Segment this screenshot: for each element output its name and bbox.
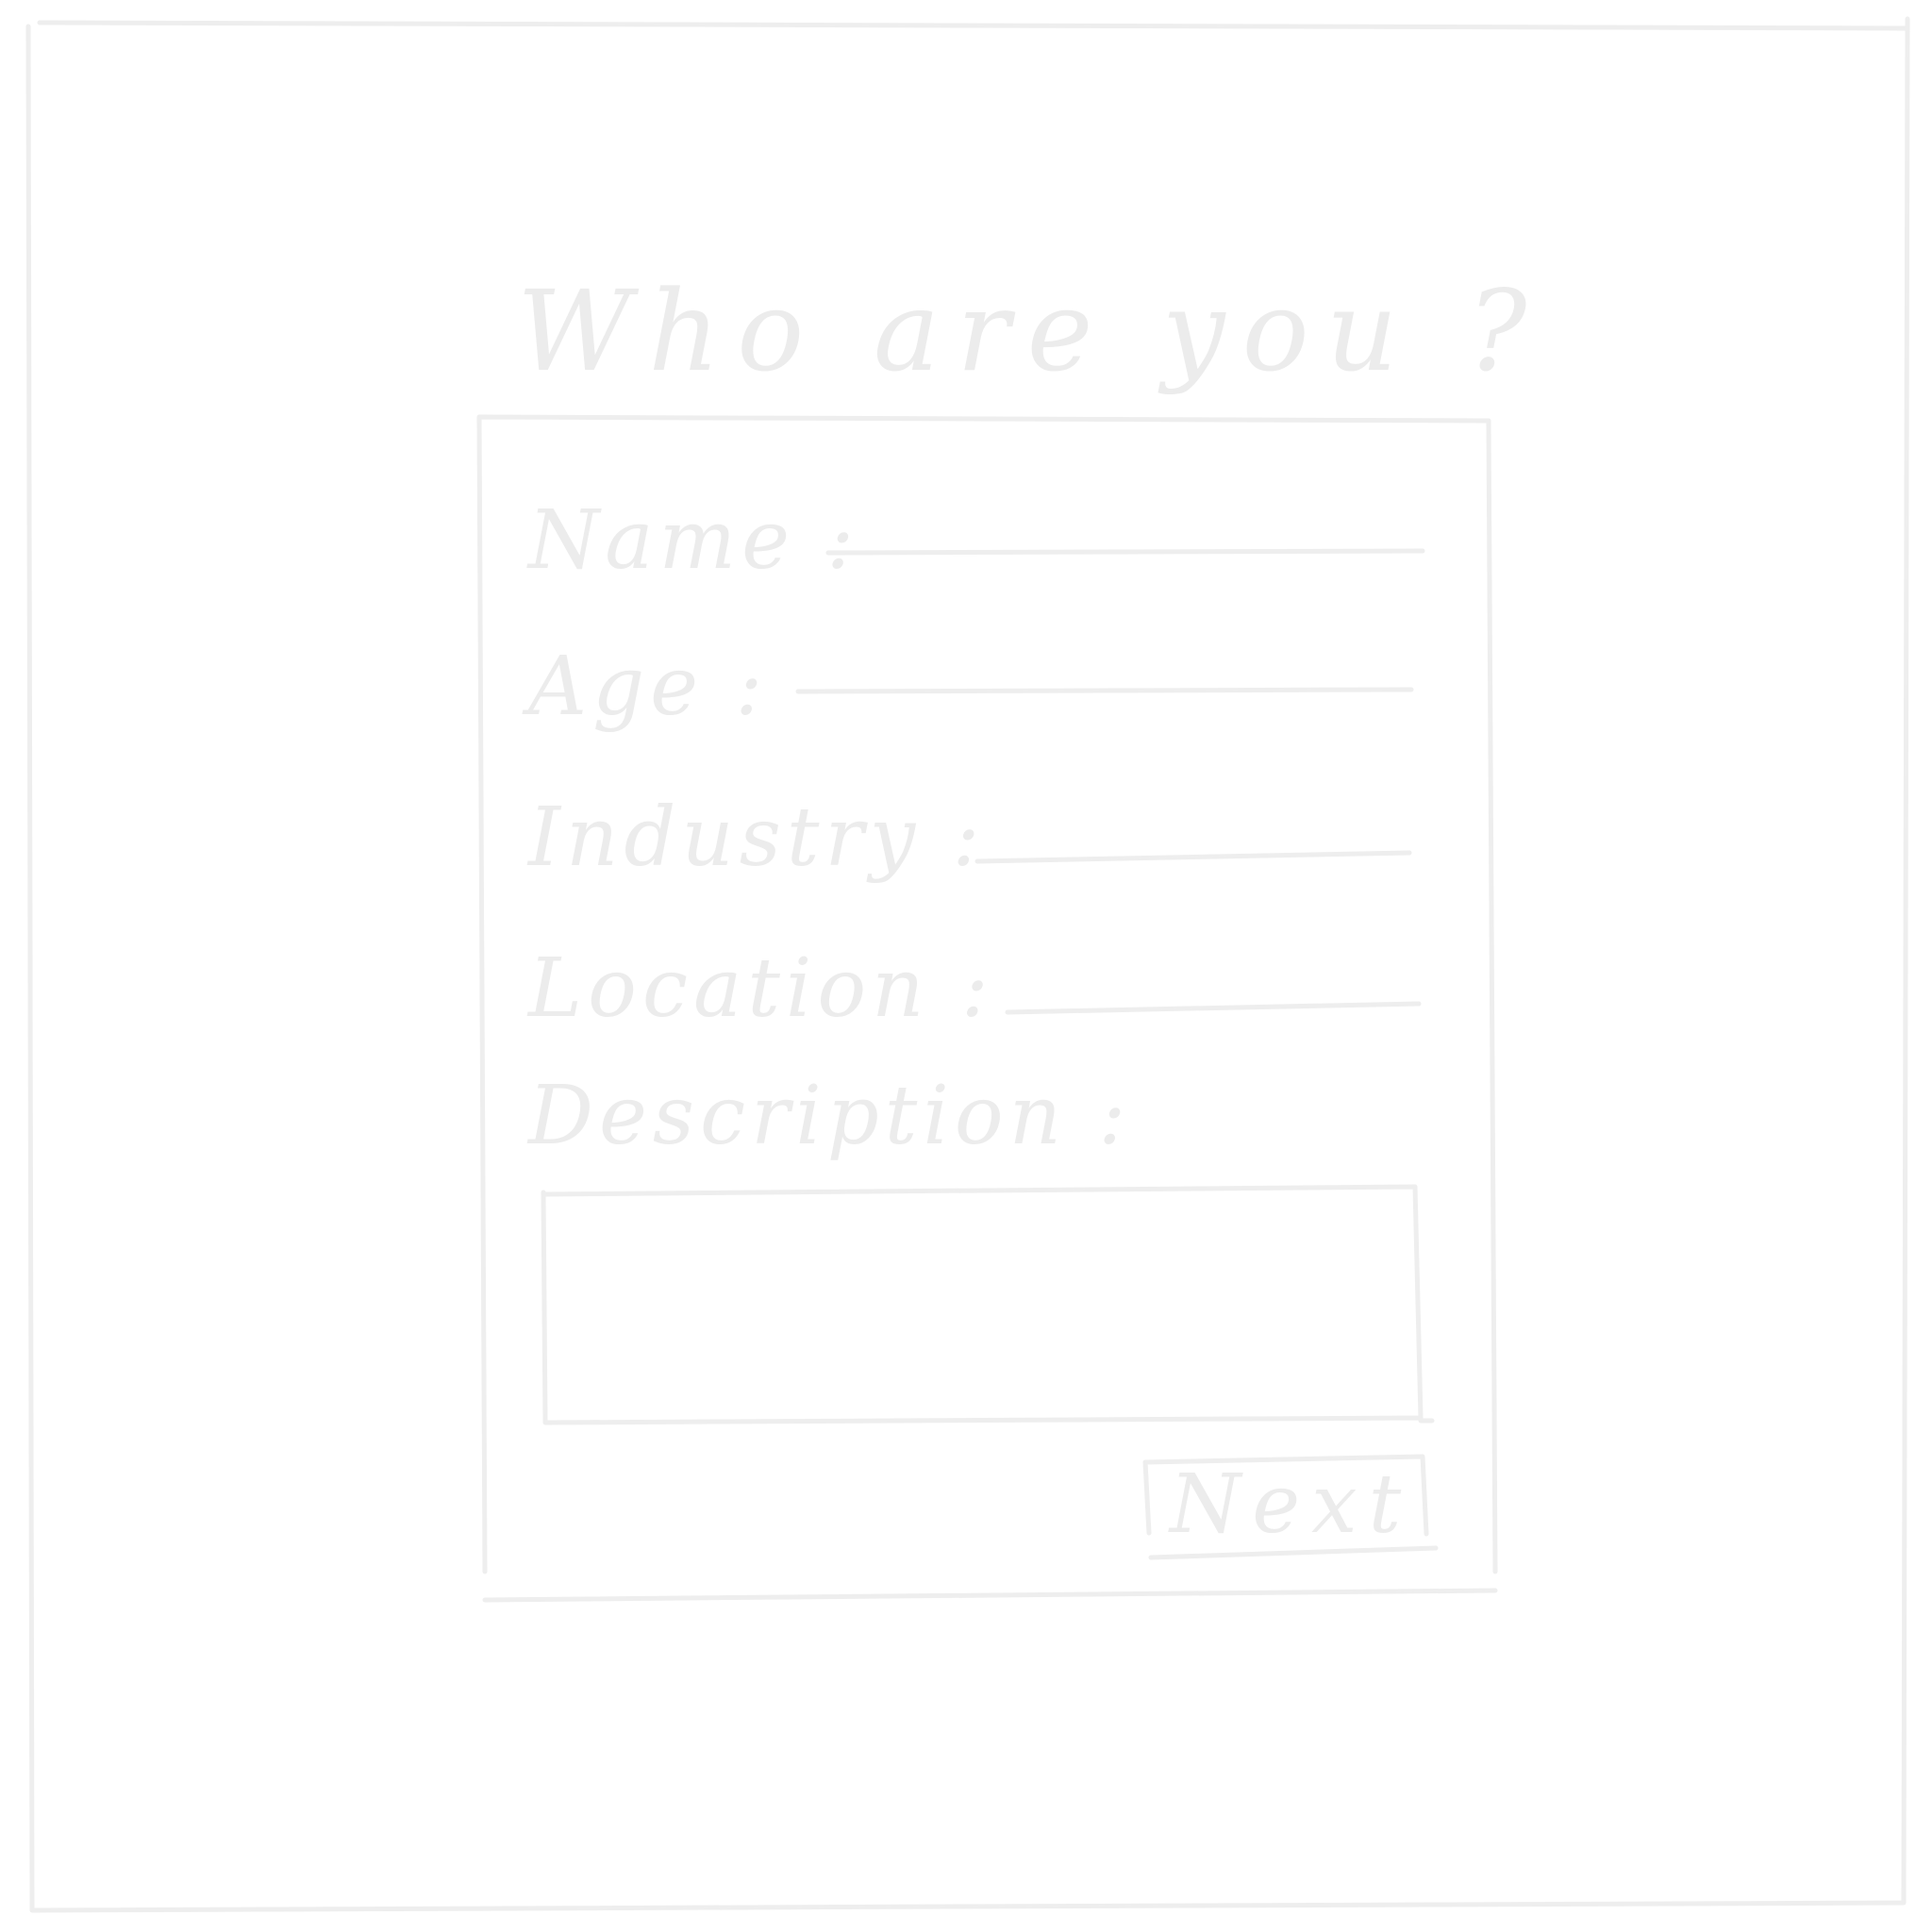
location-label: Location : [528, 941, 994, 1036]
description-textarea[interactable] [545, 1192, 1428, 1423]
page-title: Who are you ? [517, 266, 1544, 396]
age-field[interactable] [798, 655, 1415, 694]
name-field[interactable] [830, 517, 1428, 557]
age-label: Age : [528, 640, 769, 734]
location-field[interactable] [1008, 972, 1426, 1011]
description-label: Description : [528, 1069, 1132, 1163]
industry-label: Industry : [528, 791, 986, 885]
industry-field[interactable] [979, 819, 1417, 858]
name-label: Name : [528, 493, 860, 588]
next-button[interactable] [1145, 1457, 1434, 1561]
